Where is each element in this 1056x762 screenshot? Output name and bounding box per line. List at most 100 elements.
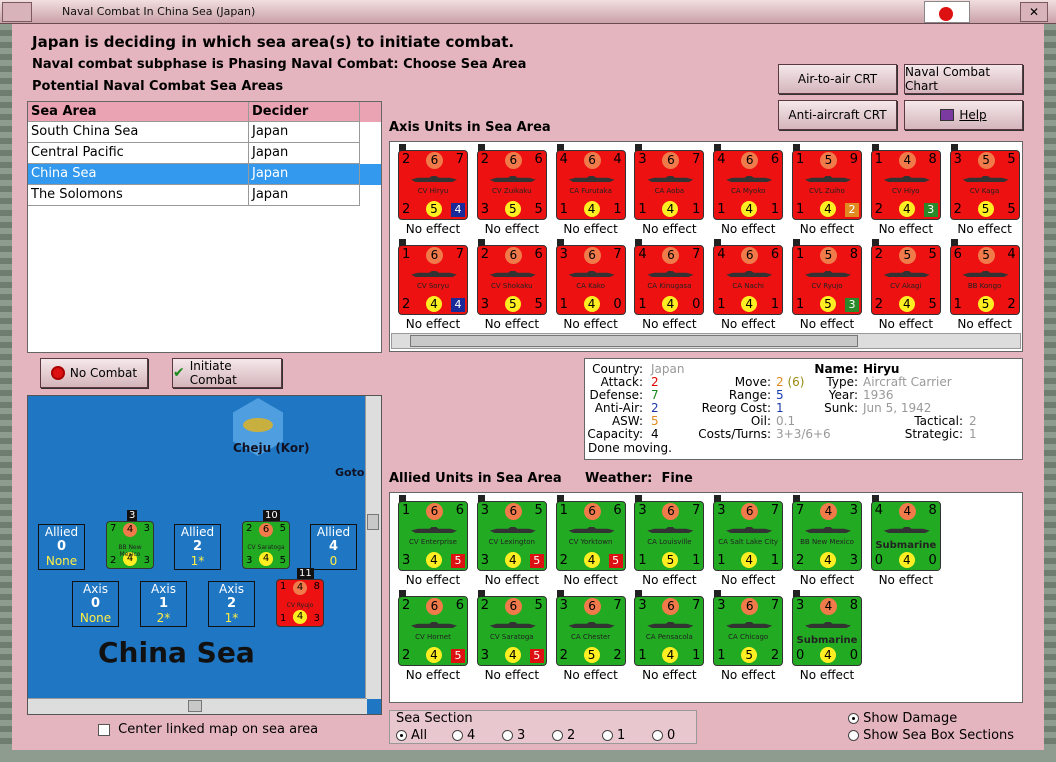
unit-counter[interactable]: 3 8 0 0 4 4 Submarine bbox=[792, 590, 862, 666]
unit-counter[interactable]: 3 7 1 2 6 5 CA Chicago bbox=[713, 590, 784, 666]
unit-counter[interactable]: 3 7 1 1 6 4 CA Pensacola bbox=[634, 590, 705, 666]
table-row[interactable]: Central Pacific Japan bbox=[28, 143, 381, 164]
sea-section-option-All[interactable]: All bbox=[396, 728, 452, 743]
unit-counter[interactable]: 353564CV Lexington5 bbox=[476, 495, 547, 571]
unit-marker-icon bbox=[635, 495, 643, 502]
sea-section-option-4[interactable]: 4 bbox=[452, 728, 502, 743]
map-vscroll-thumb[interactable] bbox=[367, 514, 379, 530]
tactical-label: Tactical: bbox=[914, 414, 963, 428]
sea-section-option-3[interactable]: 3 bbox=[502, 728, 552, 743]
show-sections-option[interactable]: Show Sea Box Sections bbox=[848, 728, 1014, 743]
axis-scrollbar[interactable] bbox=[391, 333, 1021, 349]
counter-value-tr: 7 bbox=[770, 503, 780, 518]
unit-counter[interactable]: 272465CV Hiryu4 bbox=[398, 144, 468, 220]
sea-section-radio[interactable] bbox=[502, 730, 513, 741]
axis-sea-box[interactable]: Axis 2 1* bbox=[208, 581, 255, 627]
center-map-checkbox[interactable] bbox=[98, 723, 110, 736]
unit-counter[interactable]: 2 5 2 5 5 4 CV Akagi bbox=[870, 239, 941, 315]
oil-value: 0.1 bbox=[776, 414, 796, 428]
unit-counter[interactable]: 2 6 3 5 6 5 CV Zuikaku bbox=[476, 144, 547, 220]
attack-label: Attack: bbox=[600, 375, 643, 389]
sea-section-option-2[interactable]: 2 bbox=[552, 728, 602, 743]
unit-counter[interactable]: 2 6 3 5 6 5 CV Shokaku bbox=[476, 239, 547, 315]
allied-sea-box[interactable]: Allied 2 1* bbox=[174, 524, 221, 570]
counter-value-tc: 6 bbox=[662, 598, 680, 615]
unit-marker-icon bbox=[793, 144, 800, 151]
table-row[interactable]: China Sea Japan bbox=[28, 164, 381, 185]
show-damage-radio[interactable] bbox=[848, 713, 859, 724]
initiate-combat-button[interactable]: ✔ Initiate Combat bbox=[172, 358, 282, 388]
box-title: Axis bbox=[219, 582, 244, 596]
sea-section-option-1[interactable]: 1 bbox=[602, 728, 652, 743]
unit-counter[interactable]: 3 7 2 2 6 5 CA Chester bbox=[555, 590, 626, 666]
unit-counter[interactable]: 3 7 1 1 6 4 CA Aoba bbox=[634, 144, 705, 220]
map-vscrollbar[interactable] bbox=[365, 396, 381, 699]
unit-counter[interactable]: 4 8 0 0 4 4 Submarine bbox=[870, 495, 941, 571]
counter-value-br: 5 bbox=[534, 297, 543, 312]
effect-label: No effect bbox=[957, 222, 1012, 236]
help-button[interactable]: Help bbox=[904, 100, 1023, 130]
strategic-label: Strategic: bbox=[904, 427, 963, 441]
allied-sea-box[interactable]: Allied 0 None bbox=[38, 524, 85, 570]
table-row[interactable]: South China Sea Japan bbox=[28, 122, 381, 143]
axis-scroll-thumb[interactable] bbox=[410, 335, 858, 347]
effect-label: No effect bbox=[405, 668, 461, 682]
weather-label: Weather: Fine bbox=[585, 471, 693, 486]
show-damage-option[interactable]: Show Damage bbox=[848, 711, 957, 726]
sea-section-option-0[interactable]: 0 bbox=[652, 728, 702, 743]
unit-counter[interactable]: 3 7 1 1 6 4 CA Salt Lake City bbox=[713, 495, 784, 571]
sea-section-radio[interactable] bbox=[552, 730, 563, 741]
unit-counter[interactable]: 4 6 1 1 6 4 CA Nachi bbox=[713, 239, 784, 315]
unit-counter[interactable]: 162564CV Yorktown5 bbox=[555, 495, 626, 571]
unit-counter[interactable]: 163564CV Enterprise5 bbox=[398, 495, 468, 571]
table-row[interactable]: The Solomons Japan bbox=[28, 185, 381, 206]
anti-aircraft-crt-button[interactable]: Anti-aircraft CRT bbox=[778, 100, 897, 130]
show-sections-radio[interactable] bbox=[848, 730, 859, 741]
sea-section-radio[interactable] bbox=[602, 730, 613, 741]
oil-label: Oil: bbox=[750, 414, 771, 428]
sea-section-radio[interactable] bbox=[396, 730, 407, 741]
unit-counter[interactable]: 3 5 2 5 5 5 CV Kaga bbox=[949, 144, 1020, 220]
allied-sea-box[interactable]: Allied 4 0 bbox=[310, 524, 357, 570]
map-hscrollbar[interactable] bbox=[28, 698, 367, 714]
axis-sea-box[interactable]: Axis 1 2* bbox=[140, 581, 187, 627]
sea-area-map[interactable]: Cheju (Kor) Goto Allied 0 None Allied 2 1* All… bbox=[27, 395, 382, 715]
sea-section-radio[interactable] bbox=[652, 730, 663, 741]
map-unit-stack[interactable]: 1 8 1 3 4 4 CV Ryujo 11 bbox=[276, 568, 324, 627]
unit-counter[interactable]: 182344CV Hiyo3 bbox=[870, 144, 941, 220]
unit-counter[interactable]: 6 4 1 2 5 5 BB Kongo bbox=[949, 239, 1020, 315]
ship-silhouette-icon bbox=[883, 527, 930, 533]
unit-counter[interactable]: 262564CV Hornet5 bbox=[398, 590, 468, 666]
map-unit-stack[interactable]: 2 5 3 5 6 4 CV Saratoga 10 bbox=[242, 510, 290, 569]
system-menu-button[interactable] bbox=[2, 2, 32, 22]
unit-counter[interactable]: 7 3 2 3 4 4 BB New Mexico bbox=[792, 495, 862, 571]
center-map-checkbox-row[interactable]: Center linked map on sea area bbox=[98, 722, 318, 737]
counter-value-bl: 0 bbox=[796, 648, 805, 663]
effect-label: No effect bbox=[563, 668, 618, 682]
unit-counter[interactable]: 253564CV Saratoga5 bbox=[476, 590, 547, 666]
unit-counter[interactable]: 3 7 1 0 6 4 CA Kako bbox=[555, 239, 626, 315]
unit-counter[interactable]: 191254CVL Zuiho2 bbox=[792, 144, 862, 220]
unit-counter[interactable]: 4 6 1 1 6 4 CA Myoko bbox=[713, 144, 784, 220]
unit-counter[interactable]: 172464CV Soryu4 bbox=[398, 239, 468, 315]
counter-value-bl: 1 bbox=[717, 648, 726, 663]
unit-counter[interactable]: 3 7 1 1 6 5 CA Louisville bbox=[634, 495, 705, 571]
axis-sea-box[interactable]: Axis 0 None bbox=[72, 581, 119, 627]
map-unit-stack[interactable]: 7 3 2 3 4 4 BB New Mexico 3 bbox=[106, 510, 154, 569]
map-hscroll-thumb[interactable] bbox=[188, 700, 202, 712]
column-header-decider[interactable]: Decider bbox=[249, 102, 360, 122]
effect-label: No effect bbox=[720, 317, 776, 331]
unit-marker-icon bbox=[477, 495, 485, 502]
close-button[interactable]: ✕ bbox=[1020, 2, 1048, 22]
no-combat-button[interactable]: No Combat bbox=[40, 358, 148, 388]
reorg-cost-label: Reorg Cost: bbox=[701, 401, 771, 415]
unit-name: CV Zuikaku bbox=[492, 187, 532, 195]
unit-counter[interactable]: 4 7 1 0 6 4 CA Kinugasa bbox=[634, 239, 705, 315]
unit-counter[interactable]: 4 4 1 1 6 4 CA Furutaka bbox=[555, 144, 626, 220]
naval-combat-chart-button[interactable]: Naval Combat Chart bbox=[904, 64, 1023, 94]
unit-counter[interactable]: 181355CV Ryujo3 bbox=[792, 239, 862, 315]
air-to-air-crt-button[interactable]: Air-to-air CRT bbox=[778, 64, 897, 94]
sea-section-radio[interactable] bbox=[452, 730, 463, 741]
counter-value-br: 0 bbox=[928, 553, 937, 568]
column-header-sea-area[interactable]: Sea Area bbox=[28, 102, 249, 122]
